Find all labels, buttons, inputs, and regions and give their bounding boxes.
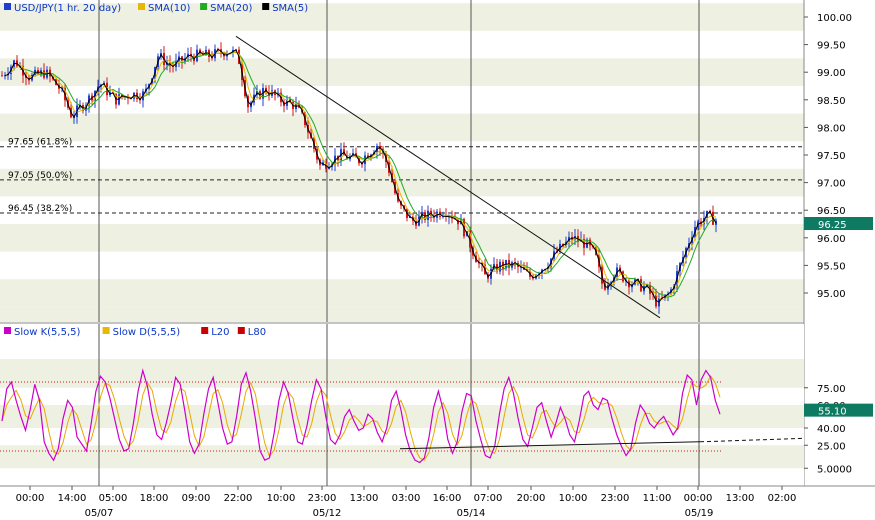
date-label: 05/19 (685, 508, 714, 519)
time-tick-label: 02:00 (768, 493, 797, 504)
price-tick-label: 96.00 (817, 234, 846, 245)
price-band (0, 306, 804, 322)
price-tick-label: 95.50 (817, 261, 846, 272)
time-tick-label: 23:00 (601, 493, 630, 504)
price-tick-label: 98.50 (817, 96, 846, 107)
price-band (0, 113, 804, 142)
date-label: 05/12 (313, 508, 342, 519)
osc-legend-swatch (237, 327, 245, 334)
time-tick-label: 05:00 (99, 493, 128, 504)
price-tick-label: 97.00 (817, 179, 846, 190)
time-tick-label: 14:00 (58, 493, 87, 504)
time-tick-label: 16:00 (433, 493, 462, 504)
price-tick-label: 99.00 (817, 68, 846, 79)
osc-legend-label: L80 (248, 327, 266, 338)
time-tick-label: 20:00 (517, 493, 546, 504)
legend-swatch (262, 3, 270, 10)
legend-label: SMA(20) (210, 3, 252, 14)
legend-label: SMA(5) (272, 3, 308, 14)
price-band (0, 58, 804, 86)
legend-swatch (4, 3, 11, 10)
time-tick-label: 11:00 (643, 493, 672, 504)
legend-label: SMA(10) (148, 3, 190, 14)
time-tick-label: 10:00 (267, 493, 296, 504)
price-tick-label: 100.00 (817, 13, 852, 24)
price-badge-label: 96.25 (818, 220, 847, 231)
fib-level-label: 97.05 (50.0%) (8, 171, 72, 181)
osc-tick-label: 40.00 (817, 424, 846, 435)
usdjpy-chart: 97.65 (61.8%)97.05 (50.0%)96.45 (38.2%) … (0, 0, 875, 520)
date-label: 05/07 (85, 508, 114, 519)
price-tick-label: 98.00 (817, 123, 846, 134)
osc-legend-label: L20 (211, 327, 229, 338)
price-band (0, 279, 804, 307)
time-axis: 00:00 14:00 05:00 18:00 09:00 22:00 10:00 23:00… (0, 486, 875, 520)
oscillator-value-badge: 55.10 (804, 403, 873, 418)
time-tick-label: 00:00 (16, 493, 45, 504)
date-label: 05/14 (457, 508, 486, 519)
candle-body (1, 75, 3, 77)
current-price-badge: 96.25 (804, 217, 873, 231)
osc-legend-label: Slow K(5,5,5) (14, 327, 81, 338)
oscillator-legend: Slow K(5,5,5) Slow D(5,5,5) L20 L80 (4, 327, 266, 338)
osc-legend-swatch (201, 327, 209, 334)
osc-tick-label: 75.00 (817, 384, 846, 395)
osc-legend-label: Slow D(5,5,5) (113, 327, 181, 338)
main-panel-background (0, 0, 804, 322)
time-tick-label: 23:00 (308, 493, 337, 504)
time-tick-label: 00:00 (684, 493, 713, 504)
time-tick-label: 22:00 (224, 493, 253, 504)
osc-legend-swatch (102, 327, 110, 334)
oscillator-panel-bands (0, 322, 875, 487)
main-panel-bands (0, 0, 804, 322)
osc-badge-label: 55.10 (818, 407, 847, 418)
osc-tick-label: 5.0000 (817, 464, 852, 475)
time-tick-label: 10:00 (559, 493, 588, 504)
legend-swatch (200, 3, 208, 10)
osc-tick-label: 25.00 (817, 441, 846, 452)
price-tick-label: 97.50 (817, 151, 846, 162)
price-tick-label: 99.50 (817, 41, 846, 52)
price-tick-label: 96.50 (817, 206, 846, 217)
price-band (0, 168, 804, 197)
time-tick-label: 13:00 (350, 493, 379, 504)
legend-swatch (138, 3, 145, 10)
legend-label: USD/JPY(1 hr. 20 day) (14, 3, 121, 14)
time-tick-label: 07:00 (474, 493, 503, 504)
price-tick-label: 95.00 (817, 289, 846, 300)
price-band (0, 224, 804, 252)
fib-level-label: 97.65 (61.8%) (8, 138, 72, 148)
fib-level-label: 96.45 (38.2%) (8, 204, 72, 214)
time-tick-label: 03:00 (392, 493, 421, 504)
time-tick-label: 09:00 (182, 493, 211, 504)
osc-band (0, 359, 804, 388)
time-tick-label: 13:00 (726, 493, 755, 504)
time-tick-label: 18:00 (140, 493, 169, 504)
osc-legend-swatch (4, 327, 11, 334)
